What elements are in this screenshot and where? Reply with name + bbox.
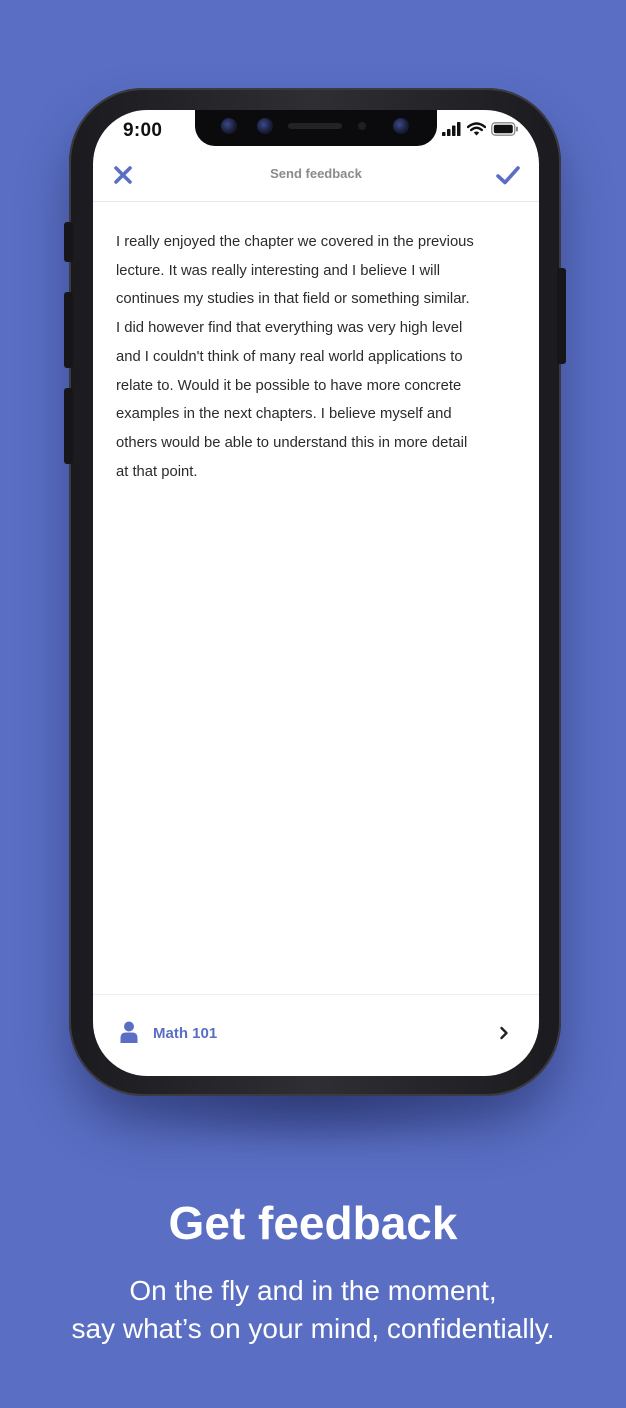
power-button — [557, 268, 566, 364]
status-time: 9:00 — [123, 120, 163, 141]
course-selector[interactable]: Math 101 — [93, 994, 539, 1076]
notch — [195, 110, 437, 146]
course-label: Math 101 — [153, 1025, 218, 1042]
chevron-right-icon — [500, 1026, 508, 1040]
nav-header: Send feedback — [93, 154, 539, 202]
proximity-sensor — [358, 122, 366, 130]
status-icons — [442, 122, 519, 136]
battery-icon — [491, 122, 518, 136]
person-icon — [120, 1021, 138, 1043]
signal-icon — [442, 122, 461, 136]
page-title: Send feedback — [270, 166, 362, 181]
phone-screen: 9:00 Send feedback I really enjoyed the … — [93, 110, 539, 1076]
front-camera-icon — [393, 118, 409, 134]
sensor-icon — [221, 118, 237, 134]
promo-headline: Get feedback — [168, 1197, 458, 1249]
camera-icon — [257, 118, 273, 134]
promo-subline: On the fly and in the moment, say what’s… — [71, 1275, 555, 1344]
speaker-grille — [288, 123, 342, 129]
wifi-icon — [467, 122, 486, 136]
volume-up-button — [64, 292, 73, 368]
volume-down-button — [64, 388, 73, 464]
feedback-textarea[interactable]: I really enjoyed the chapter we covered … — [116, 228, 520, 486]
mute-switch — [64, 222, 73, 262]
checkmark-icon[interactable] — [495, 163, 521, 187]
